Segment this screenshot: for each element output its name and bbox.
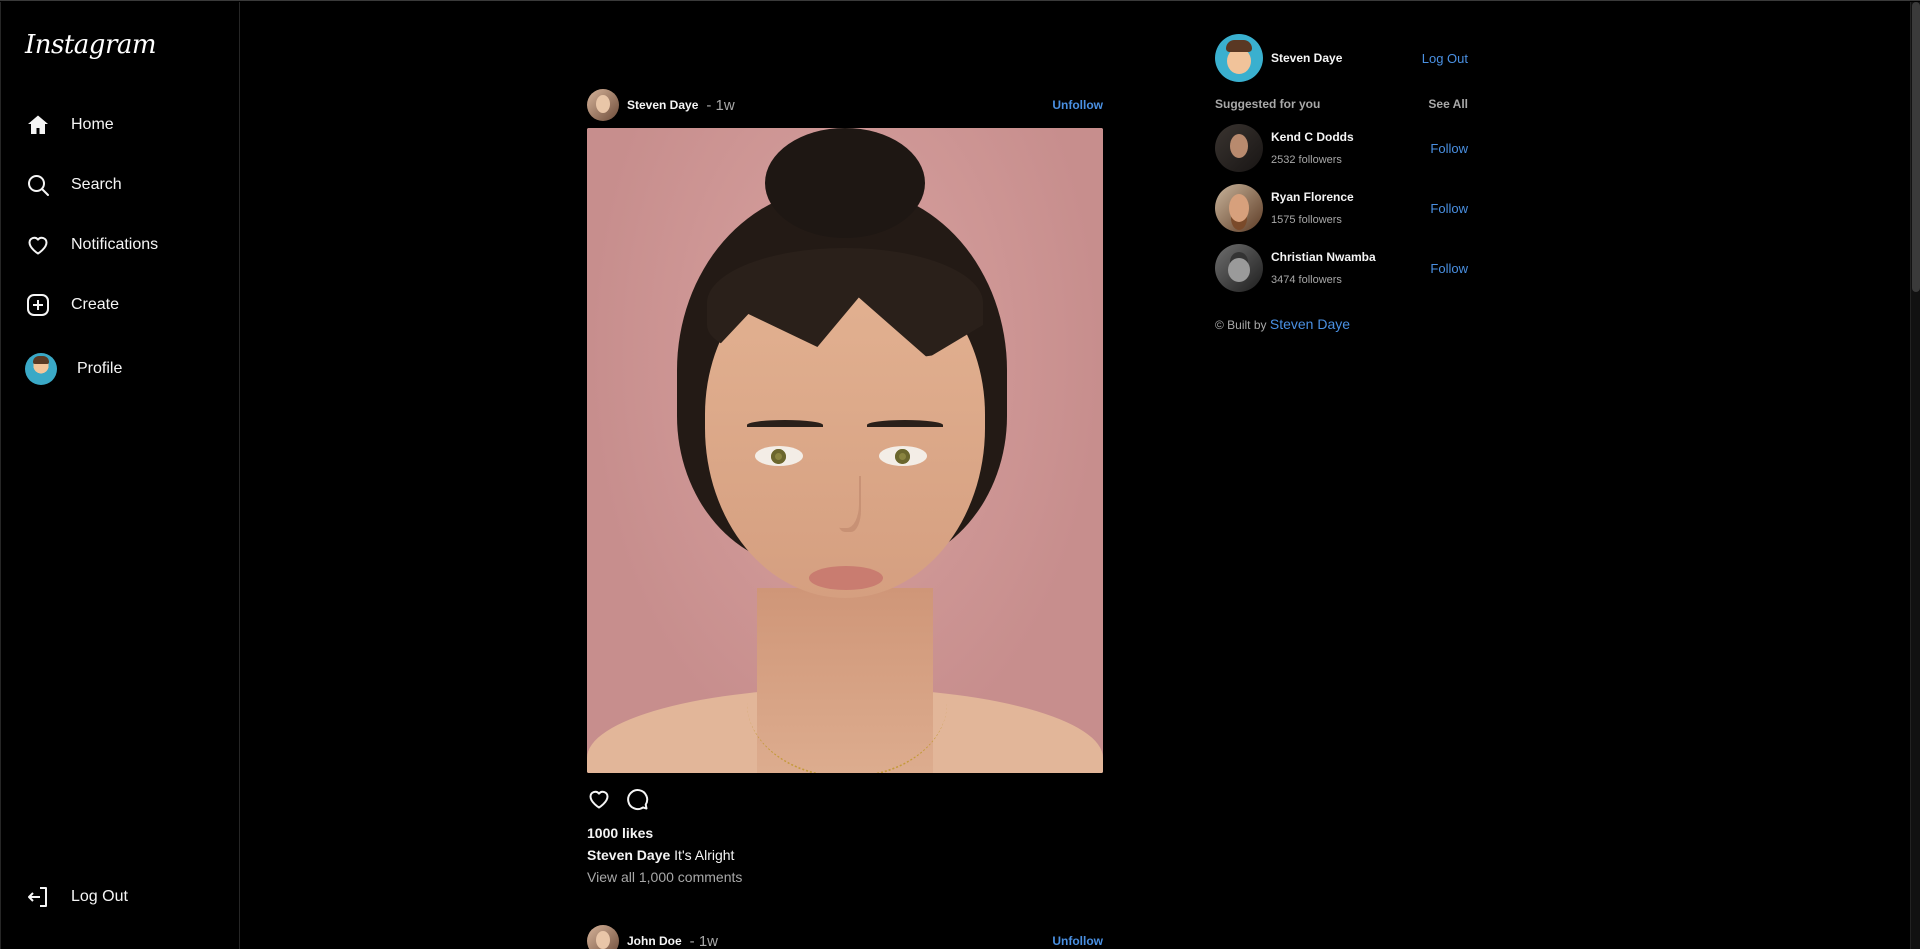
post-caption: Steven Daye It's Alright <box>587 847 1103 863</box>
feed-post: Steven Daye - 1w Unfollow 1000 likes Ste… <box>587 88 1103 885</box>
post-image-right-brow <box>867 420 943 430</box>
sidebar-item-home[interactable]: Home <box>25 105 114 145</box>
sidebar-item-notifications[interactable]: Notifications <box>25 225 158 265</box>
post-image-right-eye <box>879 446 927 466</box>
post-image-necklace <box>747 628 947 773</box>
scrollbar-thumb[interactable] <box>1912 2 1920 292</box>
instagram-logo[interactable]: Instagram <box>25 30 157 60</box>
app-window: Instagram Home Search Notifications Crea… <box>0 0 1920 949</box>
avatar[interactable] <box>1215 124 1263 172</box>
sidebar-item-create[interactable]: Create <box>25 285 119 325</box>
suggestion-text: Christian Nwamba 3474 followers <box>1271 250 1376 286</box>
post-header: Steven Daye - 1w Unfollow <box>587 88 1103 122</box>
view-comments-link[interactable]: View all 1,000 comments <box>587 869 1103 885</box>
comment-icon[interactable] <box>625 787 649 816</box>
avatar[interactable] <box>587 925 619 949</box>
sidebar-item-label: Log Out <box>71 888 128 905</box>
sidebar: Instagram Home Search Notifications Crea… <box>0 2 240 949</box>
post-image-lips <box>809 566 883 590</box>
avatar[interactable] <box>1215 244 1263 292</box>
suggestion-name[interactable]: Kend C Dodds <box>1271 130 1354 144</box>
avatar[interactable] <box>587 89 619 121</box>
caption-text: It's Alright <box>674 847 735 863</box>
suggestion-followers: 1575 followers <box>1271 214 1342 226</box>
logout-icon <box>25 884 51 910</box>
post-header: John Doe - 1w Unfollow <box>587 924 1103 949</box>
like-icon[interactable] <box>587 787 611 816</box>
plus-square-icon <box>25 292 51 318</box>
post-image-hair-bun <box>765 128 925 238</box>
suggestion-name[interactable]: Ryan Florence <box>1271 190 1354 204</box>
sidebar-logout-button[interactable]: Log Out <box>25 877 128 917</box>
page-scrollbar[interactable] <box>1910 2 1920 949</box>
post-username[interactable]: John Doe <box>627 934 682 948</box>
post-actions <box>587 787 1103 816</box>
suggestion-item: Christian Nwamba 3474 followers Follow <box>1215 244 1468 292</box>
logout-button[interactable]: Log Out <box>1422 51 1468 66</box>
sidebar-item-label: Home <box>71 116 114 133</box>
suggestion-followers: 2532 followers <box>1271 154 1342 166</box>
credit-link[interactable]: Steven Daye <box>1270 316 1350 332</box>
post-image[interactable] <box>587 128 1103 773</box>
unfollow-button[interactable]: Unfollow <box>1052 934 1103 948</box>
post-image-nose <box>829 468 859 528</box>
footer-credit: © Built by Steven Daye <box>1215 316 1468 332</box>
suggestion-item: Ryan Florence 1575 followers Follow <box>1215 184 1468 232</box>
sidebar-item-label: Search <box>71 176 122 193</box>
suggestions-title: Suggested for you <box>1215 97 1321 111</box>
suggestion-item: Kend C Dodds 2532 followers Follow <box>1215 124 1468 172</box>
suggestion-text: Kend C Dodds 2532 followers <box>1271 130 1354 166</box>
right-panel: Steven Daye Log Out Suggested for you Se… <box>1215 34 1468 332</box>
suggestions-header: Suggested for you See All <box>1215 96 1468 112</box>
caption-username[interactable]: Steven Daye <box>587 847 670 863</box>
sidebar-item-label: Profile <box>77 360 123 377</box>
follow-button[interactable]: Follow <box>1430 201 1468 216</box>
heart-icon <box>25 232 51 258</box>
see-all-button[interactable]: See All <box>1428 97 1468 111</box>
post-username[interactable]: Steven Daye <box>627 98 698 112</box>
follow-button[interactable]: Follow <box>1430 141 1468 156</box>
post-image-left-brow <box>747 420 823 430</box>
follow-button[interactable]: Follow <box>1430 261 1468 276</box>
post-image-left-eye <box>755 446 803 466</box>
sidebar-item-label: Notifications <box>71 236 159 253</box>
avatar[interactable] <box>1215 184 1263 232</box>
sidebar-item-label: Create <box>71 296 120 313</box>
sidebar-item-profile[interactable]: Profile <box>25 349 122 389</box>
current-user-row: Steven Daye Log Out <box>1215 34 1468 82</box>
post-timestamp: - 1w <box>706 96 735 114</box>
avatar[interactable] <box>1215 34 1263 82</box>
likes-count[interactable]: 1000 likes <box>587 825 1103 841</box>
sidebar-item-search[interactable]: Search <box>25 165 122 205</box>
current-username[interactable]: Steven Daye <box>1271 51 1342 65</box>
post-timestamp: - 1w <box>689 932 719 949</box>
search-icon <box>25 172 51 198</box>
suggestion-text: Ryan Florence 1575 followers <box>1271 190 1354 226</box>
avatar <box>25 353 57 385</box>
feed-post: John Doe - 1w Unfollow <box>587 924 1103 949</box>
credit-prefix: © Built by <box>1215 318 1267 332</box>
suggestion-name[interactable]: Christian Nwamba <box>1271 250 1376 264</box>
home-icon <box>25 112 51 138</box>
unfollow-button[interactable]: Unfollow <box>1052 98 1103 112</box>
suggestion-followers: 3474 followers <box>1271 274 1342 286</box>
